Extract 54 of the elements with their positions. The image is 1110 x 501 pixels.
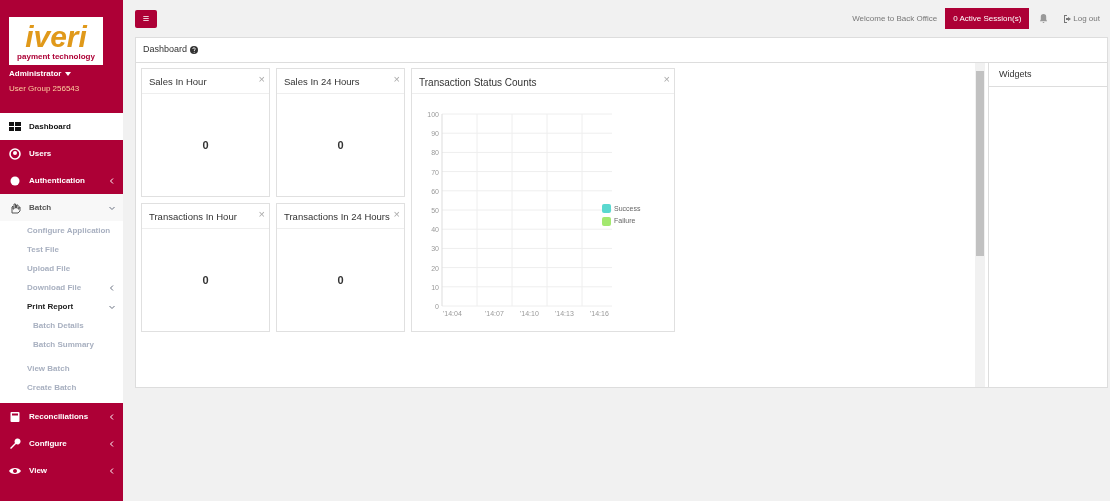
card-title: Sales In 24 Hours <box>284 75 360 89</box>
hand-icon <box>9 201 21 214</box>
card-title: Transactions In Hour <box>149 210 237 224</box>
user-icon <box>9 147 21 160</box>
submenu-item[interactable]: Upload File <box>0 259 123 278</box>
card-title: Transactions In 24 Hours <box>284 210 390 224</box>
submenu-item[interactable]: Configure Application <box>0 221 123 240</box>
user-group: User Group 256543 <box>9 83 114 95</box>
bell-icon[interactable] <box>1039 14 1049 23</box>
submenu-item[interactable]: Batch Summary <box>0 335 123 354</box>
welcome-text: Welcome to Back Office <box>852 12 938 25</box>
stat-value: 0 <box>202 272 209 288</box>
card-title: Sales In Hour <box>149 75 207 89</box>
close-button[interactable]: × <box>663 75 670 83</box>
user-name[interactable]: Administrator <box>9 68 62 80</box>
submenu-item[interactable]: Create Batch <box>0 378 123 397</box>
stat-value: 0 <box>337 137 344 153</box>
grid-icon <box>9 120 21 133</box>
close-button[interactable]: × <box>258 210 265 218</box>
submenu-item[interactable]: Batch Details <box>0 316 123 335</box>
chevron-left-icon <box>108 176 116 185</box>
submenu-item[interactable]: Download File <box>0 278 123 297</box>
caret-icon <box>65 72 72 76</box>
submenu-item[interactable]: Print Report <box>0 297 123 316</box>
circle-icon <box>9 174 21 187</box>
sidebar-item[interactable]: Reconciliations <box>0 403 123 430</box>
close-button[interactable]: × <box>393 210 400 218</box>
submenu-item[interactable]: View Batch <box>0 359 123 378</box>
close-button[interactable]: × <box>258 75 265 83</box>
chevron-left-icon <box>108 412 116 421</box>
sidebar-item[interactable]: Authentication <box>0 167 123 194</box>
close-button[interactable]: × <box>393 75 400 83</box>
widgets-title: Widgets <box>999 67 1032 81</box>
sessions-button[interactable]: 0 Active Session(s) <box>945 8 1030 29</box>
sidebar-item[interactable]: View <box>0 457 123 484</box>
sidebar-item[interactable]: Users <box>0 140 123 167</box>
calculator-icon <box>9 410 21 423</box>
chevron-left-icon <box>108 466 116 475</box>
submenu-item[interactable]: Test File <box>0 240 123 259</box>
scrollbar[interactable] <box>975 63 985 387</box>
chevron-left-icon <box>108 439 116 448</box>
card-title: Transaction Status Counts <box>419 76 537 90</box>
menu-button[interactable]: ≡ <box>135 9 157 28</box>
wrench-icon <box>9 437 21 450</box>
panel-title: Dashboard <box>143 43 188 57</box>
stat-value: 0 <box>202 137 209 153</box>
logo: iveri payment technology <box>9 17 103 65</box>
help-icon[interactable] <box>190 46 199 54</box>
sidebar-item[interactable]: Batch <box>0 194 123 221</box>
logout-link[interactable]: Log out <box>1073 12 1100 25</box>
logout-icon <box>1064 14 1073 23</box>
sidebar-item[interactable]: Configure <box>0 430 123 457</box>
stat-value: 0 <box>337 272 344 288</box>
chevron-left-icon <box>108 283 116 292</box>
